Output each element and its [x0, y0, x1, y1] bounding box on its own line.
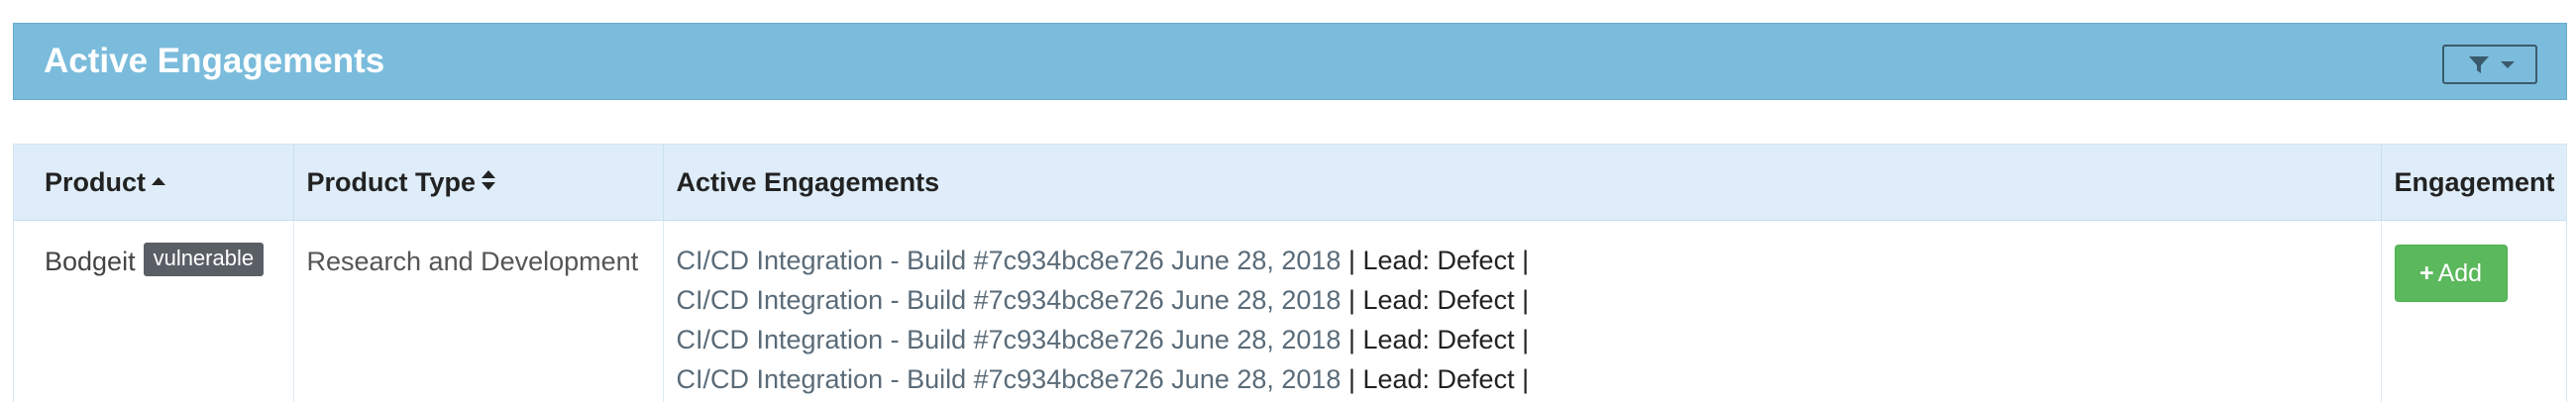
plus-icon: + [2418, 259, 2434, 287]
column-header-product-type[interactable]: Product Type [293, 145, 664, 221]
engagement-item: CI/CD Integration - Build #7c934bc8e726 … [677, 241, 2381, 280]
filter-icon [2469, 56, 2489, 73]
product-type-text: Research and Development [306, 247, 639, 276]
add-engagement-button[interactable]: + Add [2394, 245, 2508, 302]
engagement-link[interactable]: CI/CD Integration - Build #7c934bc8e726 … [677, 285, 1342, 315]
active-engagements-cell: CI/CD Integration - Build #7c934bc8e726 … [663, 220, 2382, 402]
engagement-lead: | Lead: Defect | [1341, 364, 1530, 394]
engagement-link[interactable]: CI/CD Integration - Build #7c934bc8e726 … [677, 246, 1342, 275]
panel-title: Active Engagements [44, 42, 385, 80]
column-header-label: Product [45, 166, 147, 197]
table-header-row: Product Product Type Active Engagements … [14, 145, 2566, 221]
sort-icon [482, 170, 496, 192]
product-cell: Bodgeit vulnerable [14, 220, 294, 402]
engagement-lead: | Lead: Defect | [1341, 246, 1530, 275]
product-name-link[interactable]: Bodgeit [45, 247, 136, 276]
engagement-lead: | Lead: Defect | [1341, 285, 1530, 315]
engagement-link[interactable]: CI/CD Integration - Build #7c934bc8e726 … [677, 364, 1342, 394]
column-header-product[interactable]: Product [14, 145, 294, 221]
column-header-label: Product Type [306, 166, 477, 197]
column-header-label: Active Engagements [676, 166, 940, 197]
product-type-cell: Research and Development [293, 220, 664, 402]
engagement-item: CI/CD Integration - Build #7c934bc8e726 … [677, 320, 2381, 359]
engagements-table: Product Product Type Active Engagements … [13, 144, 2567, 402]
engagement-item: CI/CD Integration - Build #7c934bc8e726 … [677, 280, 2381, 320]
column-header-engagement: Engagement [2381, 145, 2566, 221]
engagement-item: CI/CD Integration - Build #7c934bc8e726 … [677, 359, 2381, 399]
table-row: Bodgeit vulnerable Research and Developme… [14, 220, 2566, 402]
status-badge: vulnerable [143, 243, 265, 276]
column-header-label: Engagement [2394, 166, 2555, 197]
sort-asc-icon [152, 177, 166, 186]
engagement-lead: | Lead: Defect | [1341, 325, 1530, 354]
add-button-label: Add [2437, 259, 2483, 287]
caret-down-icon [2501, 61, 2515, 68]
column-header-active-engagements: Active Engagements [663, 145, 2382, 221]
engagement-action-cell: + Add [2381, 221, 2566, 402]
panel-heading: Active Engagements [13, 23, 2567, 100]
filter-button[interactable] [2442, 45, 2537, 84]
engagement-link[interactable]: CI/CD Integration - Build #7c934bc8e726 … [677, 325, 1342, 354]
